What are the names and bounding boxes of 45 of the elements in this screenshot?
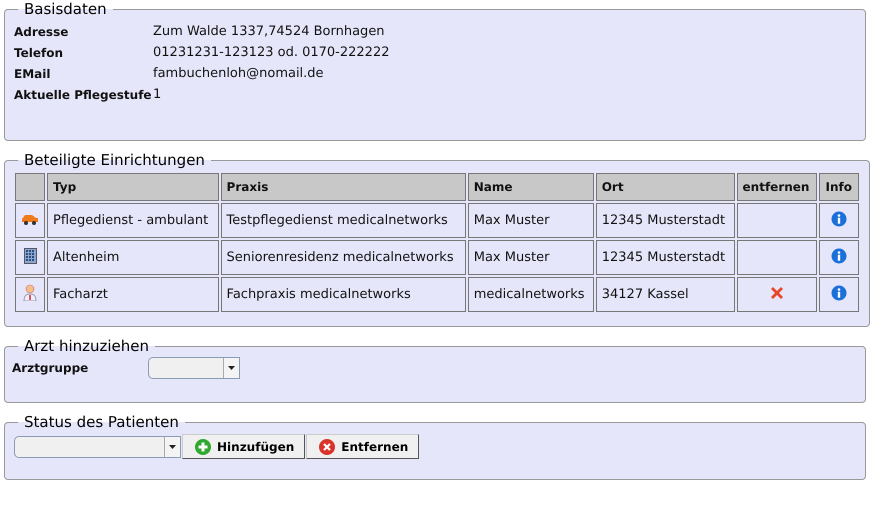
field-value: fambuchenloh@nomail.de (153, 66, 325, 81)
table-cell: 12345 Musterstadt (596, 240, 735, 275)
dropdown-field[interactable] (148, 357, 240, 379)
action-button[interactable]: Entfernen (306, 434, 420, 459)
table-cell: Facharzt (47, 277, 219, 312)
field-label: Arztgruppe (12, 361, 88, 375)
doctor-icon (23, 284, 37, 301)
table-cell: medicalnetworks (468, 277, 594, 312)
column-header: Info (819, 173, 859, 201)
field-value: 1 (153, 87, 162, 102)
table-cell: Altenheim (47, 240, 219, 275)
table-cell: Pflegedienst - ambulant (47, 203, 219, 238)
section-title: Status des Patienten (23, 413, 180, 431)
column-header: Praxis (220, 173, 466, 201)
table-cell: 12345 Musterstadt (596, 203, 735, 238)
field-label: Adresse (14, 24, 70, 38)
header-cell (15, 173, 45, 201)
building-icon (24, 248, 36, 264)
field-value: 01231231-123123 od. 0170-222222 (153, 45, 390, 60)
section-title: Basisdaten (23, 0, 108, 18)
table-cell: Seniorenresidenz medicalnetworks (220, 240, 466, 275)
table-cell: Max Muster (468, 203, 594, 238)
table-cell: Max Muster (468, 240, 594, 275)
field-label: EMail (14, 66, 52, 80)
dropdown-field[interactable] (14, 436, 181, 458)
action-button[interactable]: Hinzufügen (182, 434, 306, 459)
field-label: Aktuelle Pflegestufe (14, 88, 153, 102)
table-cell: Testpflegedienst medicalnetworks (220, 203, 466, 238)
field-label: Telefon (14, 46, 64, 60)
info-icon[interactable] (831, 210, 848, 226)
table-cell: 34127 Kassel (596, 277, 735, 312)
column-header: Typ (47, 173, 219, 201)
delete-icon[interactable] (769, 284, 786, 300)
column-header: Ort (596, 173, 735, 201)
car-icon (21, 212, 39, 224)
info-icon[interactable] (831, 284, 848, 300)
plus-icon (195, 438, 211, 454)
section-title: Arzt hinzuziehen (23, 337, 150, 355)
info-icon[interactable] (831, 248, 848, 264)
column-header: entfernen (736, 173, 818, 201)
field-value: Zum Walde 1337,74524 Bornhagen (153, 24, 386, 39)
column-header: Name (468, 173, 594, 201)
close-icon (319, 438, 336, 454)
section-title: Beteiligte Einrichtungen (23, 151, 206, 169)
table-cell: Fachpraxis medicalnetworks (220, 277, 466, 312)
